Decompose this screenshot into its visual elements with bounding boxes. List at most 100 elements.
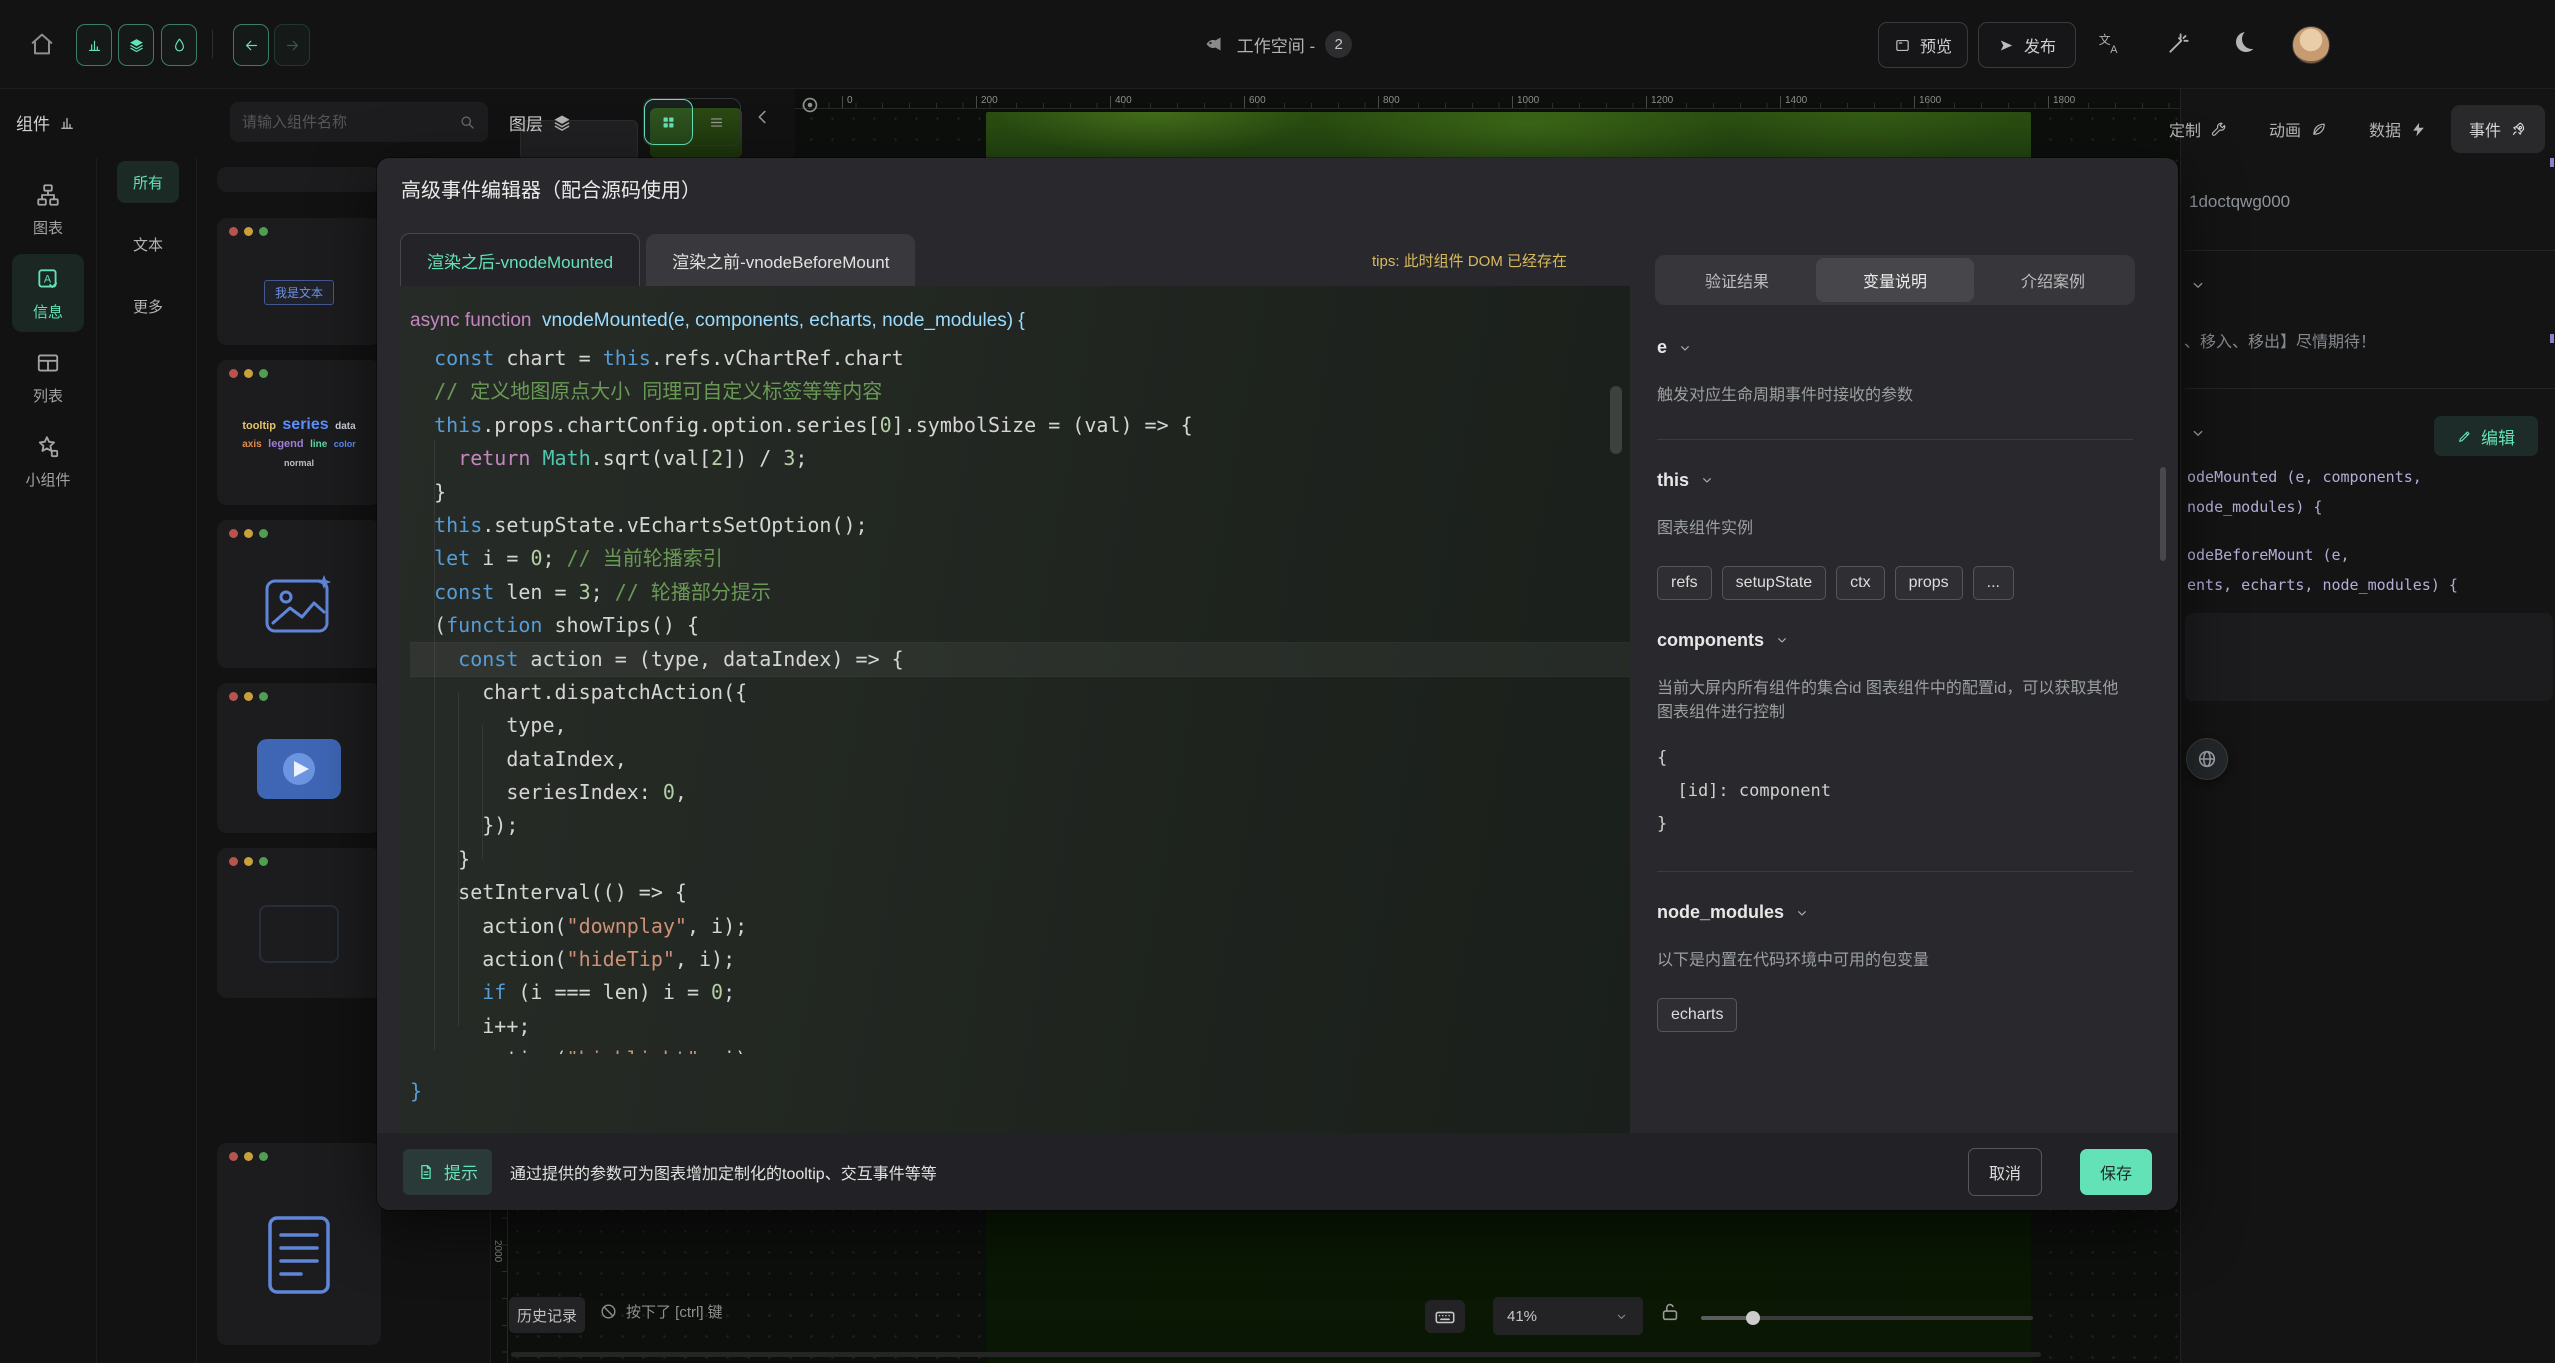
hint-text: 通过提供的参数可为图表增加定制化的tooltip、交互事件等等 (510, 1160, 937, 1184)
inspector-tab-动画[interactable]: 动画 (2251, 105, 2345, 153)
collapse-panel-button[interactable] (752, 106, 778, 136)
chevron-down-icon[interactable] (2189, 276, 2207, 294)
category-信息[interactable]: A 信息 (12, 254, 84, 332)
star-widget-icon (35, 434, 61, 460)
zoom-select[interactable]: 41% (1493, 1297, 1643, 1335)
key-hint-icon (599, 1302, 618, 1321)
code-line: } (410, 476, 1630, 509)
filter-文本[interactable]: 文本 (117, 223, 179, 265)
panel-divider (196, 158, 197, 1363)
component-card-image[interactable] (217, 520, 381, 668)
panel-divider (96, 158, 97, 1363)
indent-guide (434, 440, 435, 1050)
shortcut-keys-button[interactable] (1425, 1300, 1465, 1333)
globe-button[interactable] (2186, 738, 2228, 780)
code-editor[interactable]: async function vnodeMounted(e, component… (400, 286, 1630, 1133)
inspector-tab-数据[interactable]: 数据 (2351, 105, 2445, 153)
vertical-ruler-label: 2000 (492, 1240, 503, 1262)
video-icon (255, 737, 343, 801)
save-button[interactable]: 保存 (2080, 1149, 2152, 1195)
docs-tab-变量说明[interactable]: 变量说明 (1816, 258, 1974, 302)
filter-所有[interactable]: 所有 (117, 161, 179, 203)
category-列表[interactable]: 列表 (12, 338, 84, 416)
list-view-icon (708, 114, 725, 131)
divider (1657, 439, 2133, 440)
code-line: let i = 0; // 当前轮播索引 (410, 542, 1630, 575)
code-line: const chart = this.refs.vChartRef.chart (410, 342, 1630, 375)
panel-header-row: 组件 图层 定制动画数据事件 (0, 88, 2555, 158)
category-图表[interactable]: 图表 (12, 170, 84, 248)
category-小组件[interactable]: 小组件 (12, 422, 84, 500)
lock-button[interactable] (1659, 1301, 1683, 1327)
inspector-panel: 1doctqwg000 、移入、移出】尽情期待！ 编辑 odeMounted (… (2180, 88, 2555, 1363)
code-line: dataIndex, (410, 743, 1630, 776)
docs-tab-介绍案例[interactable]: 介绍案例 (1974, 258, 2132, 302)
app-root: 工作空间 - 2 预览 发布 文A 组件 图层 (0, 0, 2555, 1363)
code-line: if (i === len) i = 0; (410, 976, 1630, 1009)
language-button[interactable]: 文A (2096, 30, 2124, 58)
code-line: const len = 3; // 轮播部分提示 (410, 576, 1630, 609)
window-dots (229, 692, 268, 701)
docs-section-title[interactable]: components (1657, 630, 2133, 651)
inspector-tab-事件[interactable]: 事件 (2451, 105, 2545, 153)
lifecycle-tab[interactable]: 渲染之后-vnodeMounted (400, 233, 640, 286)
window-dots (229, 857, 268, 866)
image-icon (264, 574, 334, 636)
window-dots (229, 227, 268, 236)
undo-button[interactable] (233, 24, 269, 66)
docs-section-title[interactable]: e (1657, 337, 2133, 358)
chevron-down-icon[interactable] (2189, 424, 2207, 442)
chart-tool-button[interactable] (76, 24, 112, 66)
filter-更多[interactable]: 更多 (117, 285, 179, 327)
inspector-tab-定制[interactable]: 定制 (2151, 105, 2245, 153)
variable-tag: ctx (1836, 566, 1884, 600)
docs-scrollbar[interactable] (2160, 467, 2166, 561)
code-line: (function showTips() { (410, 609, 1630, 642)
publish-button[interactable]: 发布 (1978, 22, 2076, 68)
info-text-icon: A (35, 266, 61, 292)
moon-icon (2236, 32, 2256, 52)
search-input[interactable] (230, 114, 458, 131)
theme-drop-button[interactable] (161, 24, 197, 66)
grid-view-button[interactable] (644, 99, 693, 145)
slider-handle[interactable] (1746, 1311, 1760, 1325)
docs-section-title[interactable]: this (1657, 470, 2133, 491)
component-id: 1doctqwg000 (2189, 192, 2290, 212)
redo-button[interactable] (274, 24, 310, 66)
edit-button[interactable]: 编辑 (2434, 416, 2538, 456)
docs-section-code: { [id]: component } (1657, 742, 2133, 841)
horizontal-scrollbar[interactable] (511, 1352, 2041, 1357)
list-view-button[interactable] (693, 99, 740, 145)
zoom-slider[interactable] (1701, 1316, 2033, 1320)
preview-button[interactable]: 预览 (1878, 22, 1968, 68)
component-card-wordcloud[interactable]: tooltip series data axis legend line col… (217, 360, 381, 505)
code-line: i++; (410, 1010, 1630, 1043)
chevron-down-icon (1774, 632, 1790, 648)
component-search (230, 102, 488, 142)
component-card-list: 我是文本 tooltip series data axis legend line… (217, 0, 381, 1363)
layers-tool-button[interactable] (118, 24, 154, 66)
avatar[interactable] (2292, 26, 2330, 64)
wrench-icon (2210, 121, 2227, 138)
water-drop-icon (171, 37, 188, 54)
cancel-button[interactable]: 取消 (1968, 1148, 2042, 1196)
component-card-list[interactable] (217, 1143, 381, 1345)
component-card-text[interactable]: 我是文本 (217, 218, 381, 345)
docs-tabs: 验证结果变量说明介绍案例 (1655, 255, 2135, 305)
component-filters: 所有文本更多 (104, 161, 192, 347)
layers-panel-title: 图层 (509, 110, 572, 135)
component-card-video[interactable] (217, 683, 381, 833)
docs-tab-验证结果[interactable]: 验证结果 (1658, 258, 1816, 302)
code-line: type, (410, 709, 1630, 742)
lifecycle-tab[interactable]: 渲染之前-vnodeBeforeMount (646, 234, 915, 286)
variable-tag: refs (1657, 566, 1712, 600)
component-card-blank[interactable] (217, 848, 381, 998)
magic-wand-button[interactable] (2166, 30, 2194, 58)
code-line: }); (410, 809, 1630, 842)
dark-mode-button[interactable] (2236, 32, 2264, 60)
editor-scrollbar[interactable] (1610, 386, 1622, 454)
history-button[interactable]: 历史记录 (509, 1297, 585, 1333)
docs-section-desc: 图表组件实例 (1657, 517, 2133, 542)
docs-section-title[interactable]: node_modules (1657, 902, 2133, 923)
home-button[interactable] (24, 26, 60, 62)
